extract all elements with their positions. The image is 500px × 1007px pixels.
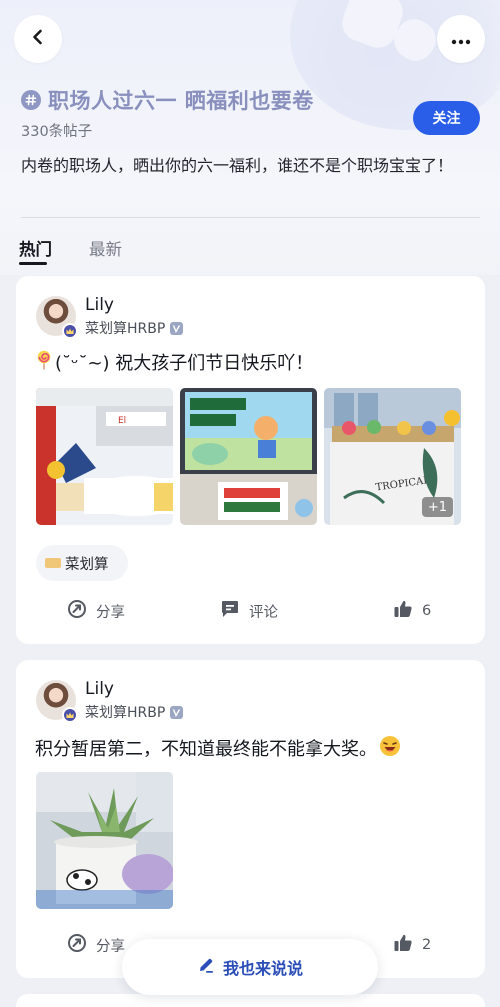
author-name[interactable]: Lily [85, 295, 114, 315]
avatar[interactable] [36, 680, 78, 723]
post-count: 330条帖子 [21, 124, 93, 140]
shop-tag-label: 菜划算 [65, 556, 109, 573]
author-name[interactable]: Lily [85, 679, 114, 699]
shop-logo-icon [45, 558, 61, 568]
post-actions: 分享 评论 6 [16, 599, 485, 627]
like-count: 2 [422, 937, 432, 953]
like-button[interactable]: 2 [393, 933, 431, 957]
shop-tag[interactable]: 菜划算 [36, 545, 128, 581]
post-image-gifts[interactable]: TROPICAL +1 [324, 388, 461, 525]
tab-latest[interactable]: 最新 [89, 236, 122, 266]
comment-label: 评论 [249, 604, 278, 621]
share-label: 分享 [96, 938, 125, 955]
post-text: (˘ᵕ˘~) 祝大孩子们节日快乐吖！ [35, 350, 313, 378]
like-count: 6 [422, 603, 432, 619]
post-card[interactable] [16, 994, 485, 1007]
author-role-label: 菜划算HRBP [85, 705, 166, 721]
hash-icon [21, 90, 41, 110]
author-role: 菜划算HRBP [85, 702, 184, 722]
badge-icon [62, 707, 78, 723]
more-button[interactable] [437, 15, 485, 63]
topic-name: 职场人过六一 晒福利也要卷 [48, 89, 314, 113]
comment-button[interactable]: 评论 [220, 599, 278, 623]
post-image-lobby[interactable]: El [36, 388, 173, 525]
like-button[interactable]: 6 [393, 599, 431, 623]
post-card[interactable]: Lily 菜划算HRBP 积分暂居第二，不知道最终能不能拿大奖。 分享 2 [16, 660, 485, 978]
share-icon [67, 933, 87, 957]
follow-button[interactable]: 关注 [413, 101, 480, 135]
verified-icon [170, 705, 184, 719]
post-card[interactable]: Lily 菜划算HRBP (˘ᵕ˘~) 祝大孩子们节日快乐吖！ El TROPI… [16, 276, 485, 644]
post-image-plant[interactable] [36, 772, 173, 909]
more-images-count: +1 [422, 497, 453, 517]
like-icon [393, 599, 413, 623]
lollipop-emoji-icon [35, 350, 53, 378]
topic-description: 内卷的职场人，晒出你的六一福利，谁还不是个职场宝宝了！ [21, 156, 454, 175]
comment-icon [220, 599, 240, 623]
compose-label: 我也来说说 [222, 959, 303, 978]
feed-tabs: 热门 最新 [19, 236, 122, 266]
back-icon [29, 28, 47, 50]
avatar[interactable] [36, 296, 78, 339]
laughing-emoji-icon [379, 735, 401, 765]
share-button[interactable]: 分享 [67, 933, 125, 957]
compose-button[interactable]: 我也来说说 [122, 939, 378, 995]
tab-hot[interactable]: 热门 [19, 236, 52, 266]
post-image-banner[interactable] [180, 388, 317, 525]
share-icon [67, 599, 87, 623]
topic-title: 职场人过六一 晒福利也要卷 [21, 85, 314, 115]
svg-text:El: El [118, 416, 126, 426]
divider [21, 217, 480, 218]
post-text-content: (˘ᵕ˘~) 祝大孩子们节日快乐吖！ [55, 353, 314, 374]
post-text-content: 积分暂居第二，不知道最终能不能拿大奖。 [35, 739, 377, 760]
author-role-label: 菜划算HRBP [85, 321, 166, 337]
like-icon [393, 933, 413, 957]
edit-icon [197, 956, 215, 978]
more-icon [451, 30, 471, 49]
share-button[interactable]: 分享 [67, 599, 125, 623]
back-button[interactable] [14, 15, 62, 63]
topic-page: 职场人过六一 晒福利也要卷 330条帖子 关注 内卷的职场人，晒出你的六一福利，… [0, 0, 500, 1007]
badge-icon [62, 323, 78, 339]
author-role: 菜划算HRBP [85, 318, 184, 338]
share-label: 分享 [96, 604, 125, 621]
verified-icon [170, 321, 184, 335]
post-text: 积分暂居第二，不知道最终能不能拿大奖。 [35, 735, 401, 765]
